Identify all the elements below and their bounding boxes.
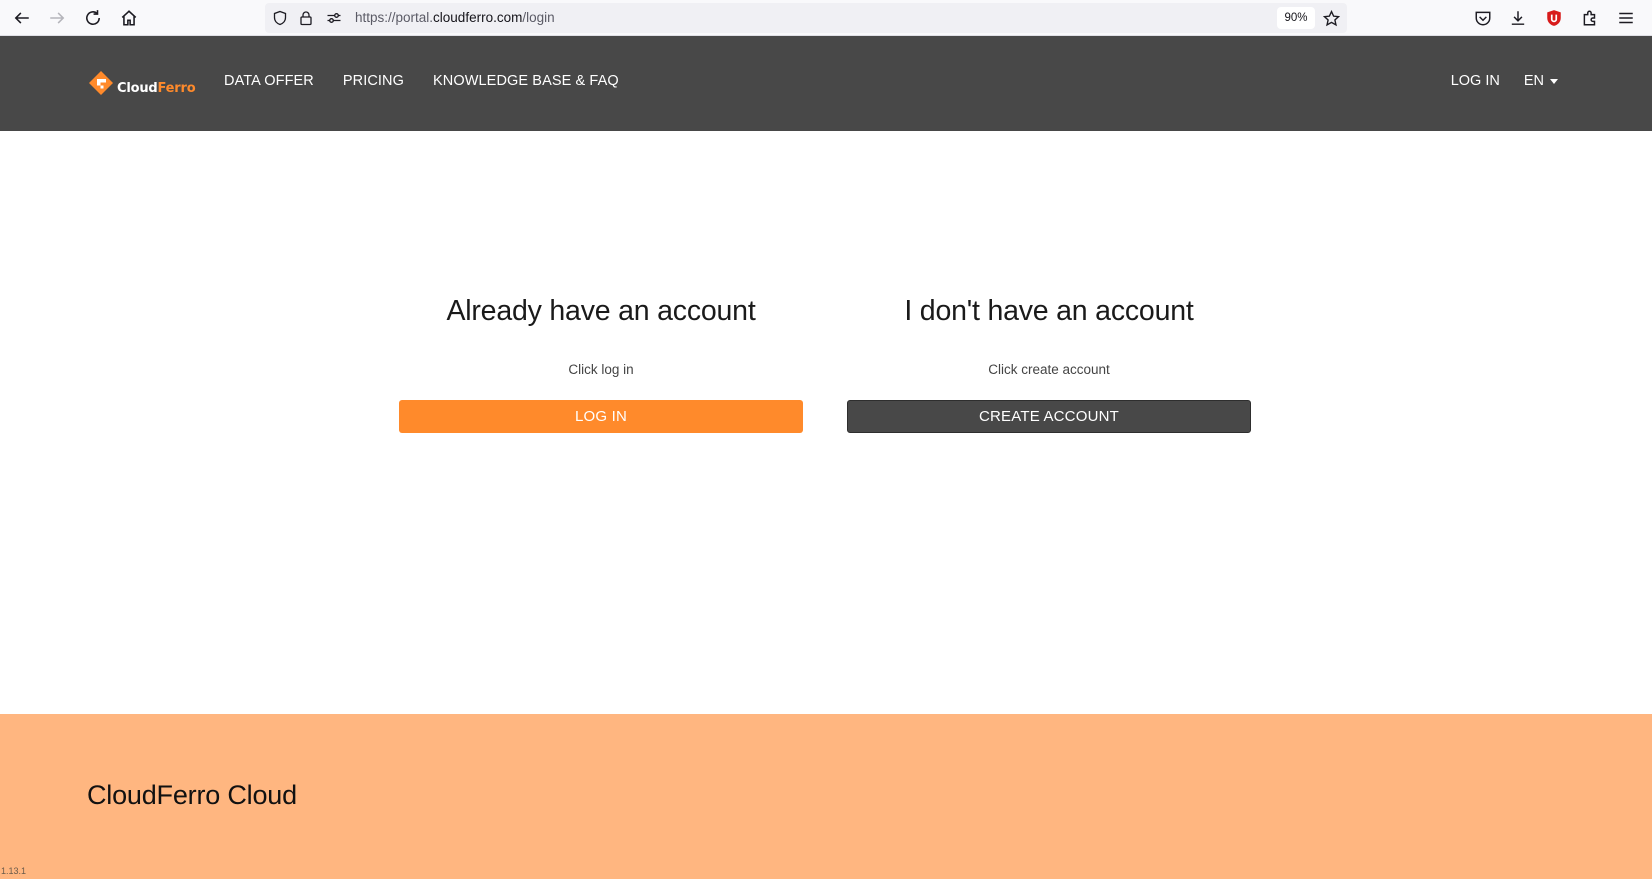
lock-icon[interactable] (297, 9, 315, 27)
main-nav: DATA OFFER PRICING KNOWLEDGE BASE & FAQ (224, 73, 619, 89)
extensions-puzzle-icon[interactable] (1578, 6, 1602, 30)
pocket-icon[interactable] (1471, 6, 1495, 30)
menu-hamburger-icon[interactable] (1614, 6, 1638, 30)
login-subtext: Click log in (568, 362, 634, 377)
language-selector[interactable]: EN (1524, 73, 1558, 89)
shield-icon[interactable] (271, 9, 289, 27)
caret-down-icon (1550, 78, 1558, 84)
login-card: Already have an account Click log in LOG… (399, 295, 803, 433)
browser-toolbar: https://portal.cloudferro.com/login 90% (0, 0, 1652, 36)
create-account-subtext: Click create account (988, 362, 1110, 377)
nav-pricing[interactable]: PRICING (343, 73, 404, 89)
permissions-icon[interactable] (325, 9, 343, 27)
header-right-nav: LOG IN EN (1451, 73, 1558, 89)
url-text[interactable]: https://portal.cloudferro.com/login (355, 10, 555, 25)
bookmark-star-icon[interactable] (1322, 9, 1340, 27)
version-label: 1.13.1 (1, 866, 27, 876)
create-account-button[interactable]: CREATE ACCOUNT (847, 400, 1251, 433)
home-icon[interactable] (117, 6, 141, 30)
address-bar[interactable]: https://portal.cloudferro.com/login 90% (265, 3, 1347, 33)
logo-text: CloudFerro (117, 80, 196, 96)
back-arrow-icon[interactable] (10, 6, 34, 30)
forward-arrow-icon[interactable] (45, 6, 69, 30)
language-label: EN (1523, 73, 1544, 89)
nav-knowledge-base[interactable]: KNOWLEDGE BASE & FAQ (433, 73, 619, 89)
cloudferro-logo[interactable]: CloudFerro (88, 70, 196, 96)
cloudferro-logo-icon (88, 70, 114, 96)
ublock-extension-icon[interactable] (1542, 6, 1566, 30)
nav-data-offer[interactable]: DATA OFFER (224, 73, 314, 89)
site-footer: CloudFerro Cloud 1.13.1 (0, 714, 1652, 879)
zoom-level-badge[interactable]: 90% (1277, 7, 1315, 29)
login-button[interactable]: LOG IN (399, 400, 803, 433)
site-header: CloudFerro DATA OFFER PRICING KNOWLEDGE … (0, 36, 1652, 131)
header-login-link[interactable]: LOG IN (1451, 73, 1500, 89)
create-account-card: I don't have an account Click create acc… (847, 295, 1251, 433)
reload-icon[interactable] (81, 6, 105, 30)
download-icon[interactable] (1506, 6, 1530, 30)
footer-title: CloudFerro Cloud (87, 780, 297, 810)
login-heading: Already have an account (446, 295, 756, 327)
create-account-heading: I don't have an account (904, 295, 1194, 327)
